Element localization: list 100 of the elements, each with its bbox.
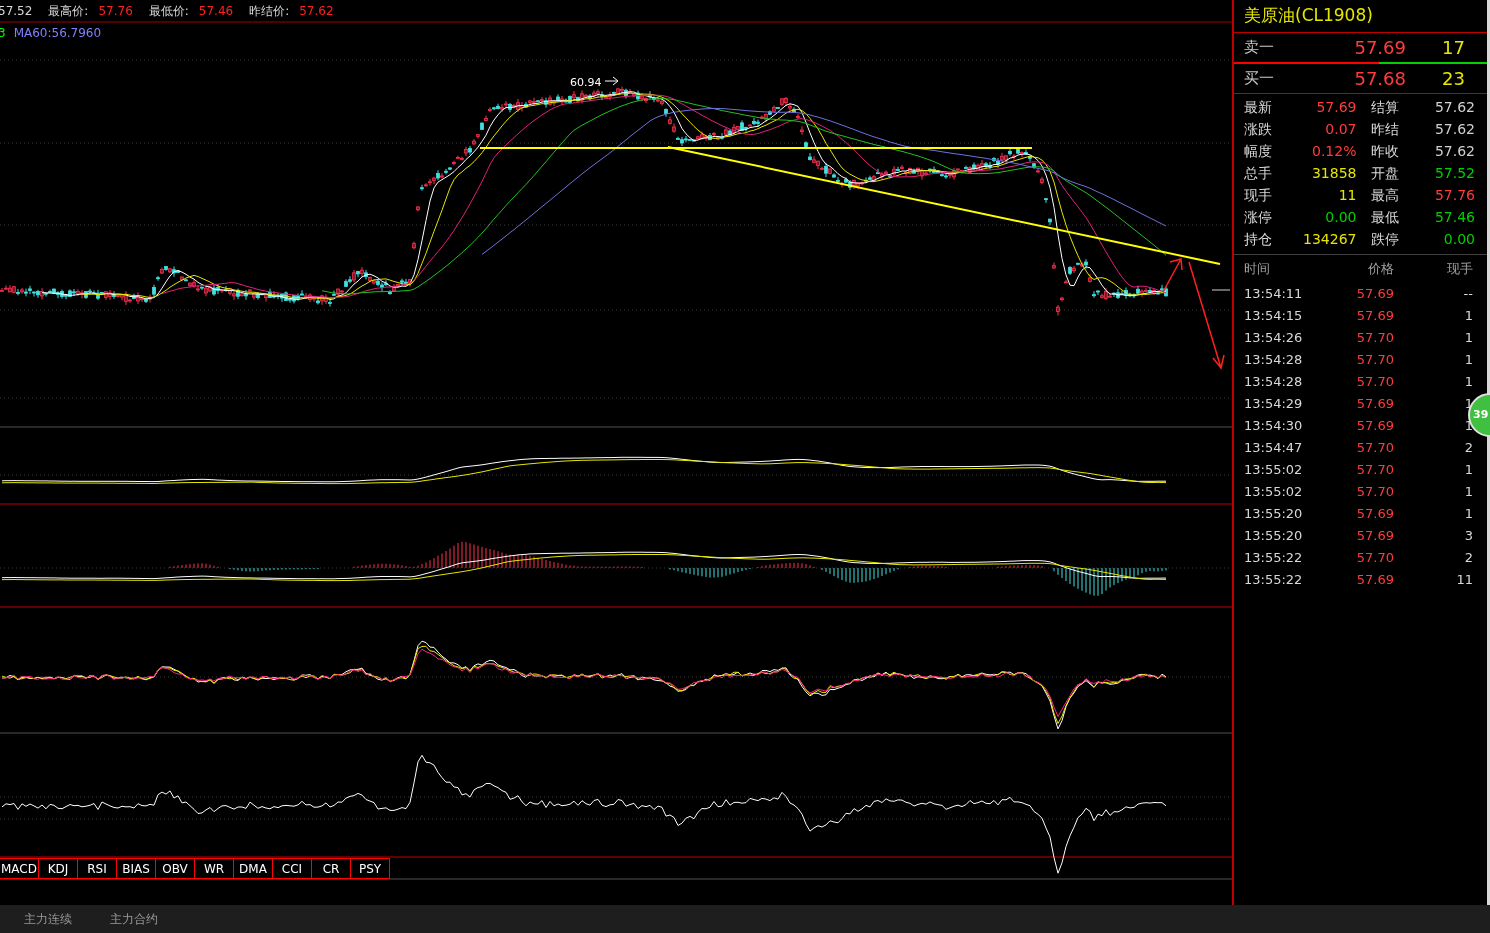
stat-value: 57.62 bbox=[1433, 141, 1475, 161]
stat-label: 跌停 bbox=[1370, 229, 1400, 249]
stat-label: 现手 bbox=[1244, 185, 1273, 205]
trade-time: 13:55:20 bbox=[1244, 527, 1304, 546]
indicator-tab[interactable]: KDJ bbox=[38, 858, 78, 879]
stat-label: 昨收 bbox=[1370, 141, 1400, 161]
trade-price: 57.69 bbox=[1355, 307, 1394, 326]
stat-label: 最低 bbox=[1370, 207, 1400, 227]
stat-label: 最高 bbox=[1370, 185, 1400, 205]
indicator-tab[interactable]: DMA bbox=[233, 858, 273, 879]
column-header: 时间 bbox=[1244, 260, 1271, 279]
stat-value: 57.69 bbox=[1315, 97, 1357, 117]
order-price: 57.69 bbox=[1353, 36, 1406, 60]
trade-price: 57.70 bbox=[1355, 439, 1394, 458]
trade-time: 13:55:22 bbox=[1244, 571, 1304, 590]
trade-volume: 1 bbox=[1463, 505, 1474, 524]
trade-volume: 2 bbox=[1463, 439, 1474, 458]
stat-value: 0.00 bbox=[1442, 229, 1475, 249]
bottom-tab[interactable]: 主力连续 bbox=[24, 910, 72, 928]
trade-price: 57.70 bbox=[1355, 483, 1394, 502]
stat-value: 57.62 bbox=[1433, 97, 1475, 117]
stat-label: 最新 bbox=[1244, 97, 1273, 117]
trade-price: 57.69 bbox=[1355, 417, 1394, 436]
trade-time: 13:54:26 bbox=[1244, 329, 1304, 348]
stat-value: 57.62 bbox=[1433, 119, 1475, 139]
indicator-tab[interactable]: WR bbox=[194, 858, 234, 879]
peak-annotation-arrow-icon bbox=[604, 76, 619, 86]
trade-time: 13:55:20 bbox=[1244, 505, 1304, 524]
stat-value: 31858 bbox=[1310, 163, 1357, 183]
ma-legend-text: MA60:56.7960 bbox=[13, 25, 102, 42]
trade-price: 57.70 bbox=[1355, 461, 1394, 480]
stat-label: 昨结 bbox=[1370, 119, 1400, 139]
trade-time: 13:54:28 bbox=[1244, 373, 1304, 392]
stat-value: 0.00 bbox=[1324, 207, 1357, 227]
stat-label: 最低价: bbox=[148, 3, 189, 20]
stat-value: 57.46 bbox=[1433, 207, 1475, 227]
trade-time: 13:55:02 bbox=[1244, 461, 1304, 480]
stat-label: 涨停 bbox=[1244, 207, 1273, 227]
trade-volume: 2 bbox=[1463, 549, 1474, 568]
stat-value: 11 bbox=[1337, 185, 1357, 205]
stat-value: 57.46 bbox=[198, 3, 234, 20]
stat-label: 持仓 bbox=[1244, 229, 1273, 249]
trade-time: 13:54:29 bbox=[1244, 395, 1304, 414]
order-volume: 17 bbox=[1441, 36, 1466, 60]
trade-time: 13:54:15 bbox=[1244, 307, 1304, 326]
trade-price: 57.69 bbox=[1355, 571, 1394, 590]
stat-value: 0.07 bbox=[1324, 119, 1357, 139]
stat-label: 开盘 bbox=[1370, 163, 1400, 183]
stat-label: 涨跌 bbox=[1244, 119, 1273, 139]
trade-time: 13:54:28 bbox=[1244, 351, 1304, 370]
stat-value: 0.12% bbox=[1311, 141, 1357, 161]
trade-price: 57.70 bbox=[1355, 373, 1394, 392]
indicator-tab[interactable]: CR bbox=[311, 858, 351, 879]
trade-price: 57.69 bbox=[1355, 505, 1394, 524]
stat-label: 幅度 bbox=[1244, 141, 1273, 161]
trade-time: 13:54:47 bbox=[1244, 439, 1304, 458]
trade-volume: 1 bbox=[1463, 307, 1474, 326]
order-label: 卖一 bbox=[1244, 37, 1275, 59]
stat-value: 57.52 bbox=[1433, 163, 1475, 183]
indicator-tab[interactable]: OBV bbox=[155, 858, 195, 879]
trade-price: 57.69 bbox=[1355, 395, 1394, 414]
order-price: 57.68 bbox=[1353, 67, 1406, 91]
peak-price-label: 60.94 bbox=[570, 76, 602, 89]
trade-time: 13:54:30 bbox=[1244, 417, 1304, 436]
trade-time: 13:54:11 bbox=[1244, 285, 1304, 304]
column-header: 价格 bbox=[1367, 260, 1394, 279]
trade-volume: 3 bbox=[1463, 527, 1474, 546]
trade-volume: 1 bbox=[1463, 351, 1474, 370]
order-volume: 23 bbox=[1441, 67, 1466, 91]
trade-volume: -- bbox=[1462, 285, 1474, 304]
indicator-tab[interactable]: MACD bbox=[0, 858, 39, 879]
order-label: 买一 bbox=[1244, 68, 1275, 90]
trade-time: 13:55:02 bbox=[1244, 483, 1304, 502]
stat-label: 结算 bbox=[1370, 97, 1400, 117]
stat-label: 昨结价: bbox=[249, 3, 290, 20]
indicator-tab[interactable]: CCI bbox=[272, 858, 312, 879]
trade-volume: 1 bbox=[1463, 461, 1474, 480]
trade-price: 57.69 bbox=[1355, 285, 1394, 304]
indicator-tab[interactable]: BIAS bbox=[116, 858, 156, 879]
price-tick-mark bbox=[1211, 289, 1231, 291]
trade-price: 57.70 bbox=[1355, 351, 1394, 370]
up-arrow bbox=[1162, 258, 1183, 293]
trade-volume: 11 bbox=[1455, 571, 1474, 590]
bottom-tab[interactable]: 主力合约 bbox=[110, 910, 158, 928]
trade-time: 13:55:22 bbox=[1244, 549, 1304, 568]
indicator-tab[interactable]: PSY bbox=[350, 858, 390, 879]
trade-volume: 1 bbox=[1463, 329, 1474, 348]
stat-label: 最高价: bbox=[48, 3, 89, 20]
stat-value: 57.76 bbox=[98, 3, 133, 20]
trade-volume: 1 bbox=[1463, 373, 1474, 392]
stat-value: 57.76 bbox=[1433, 185, 1475, 205]
trade-price: 57.69 bbox=[1355, 527, 1394, 546]
stat-label: 总手 bbox=[1244, 163, 1273, 183]
trade-price: 57.70 bbox=[1355, 329, 1394, 348]
trade-price: 57.70 bbox=[1355, 549, 1394, 568]
indicator-tab[interactable]: RSI bbox=[77, 858, 117, 879]
stat-value: 57.62 bbox=[299, 3, 334, 20]
column-header: 现手 bbox=[1446, 260, 1474, 279]
stat-value: 134267 bbox=[1302, 229, 1357, 249]
trade-volume: 1 bbox=[1463, 483, 1474, 502]
